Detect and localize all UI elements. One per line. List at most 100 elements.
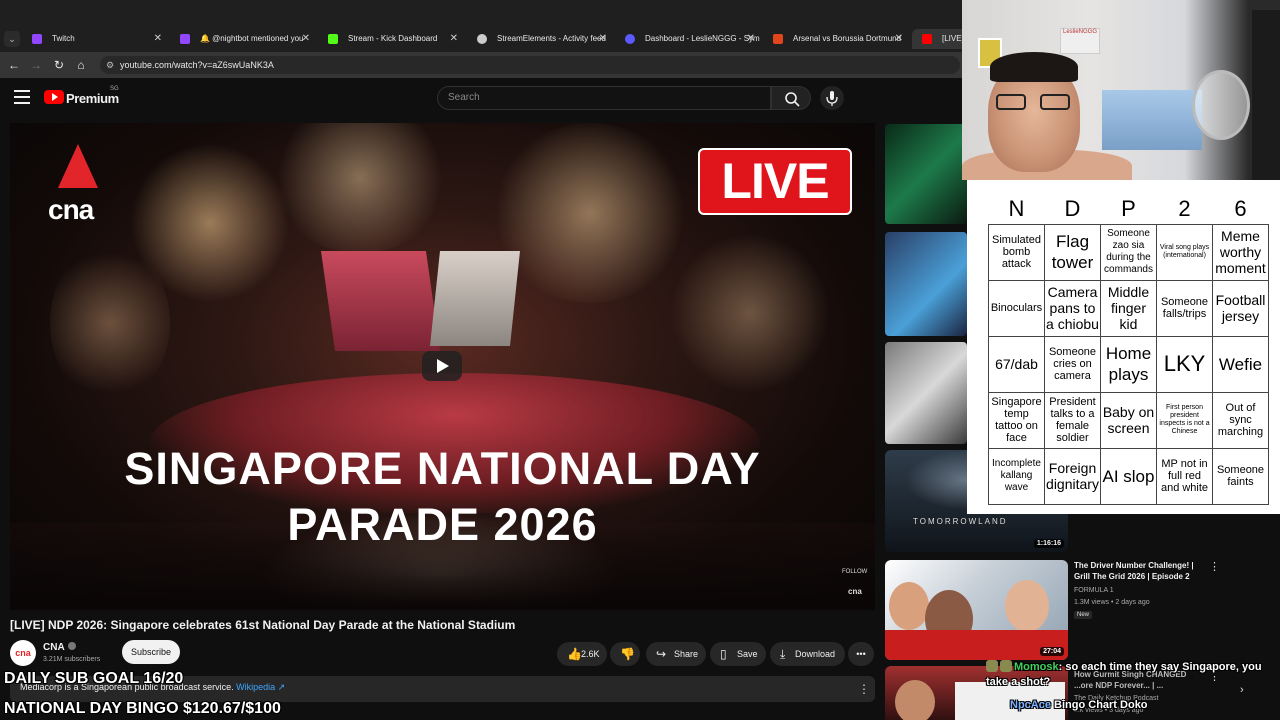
bingo-cell: Flag tower (1044, 223, 1101, 281)
bingo-cell: Out of sync marching (1212, 391, 1269, 449)
firework-burst (490, 123, 690, 303)
reload-icon[interactable]: ↻ (50, 56, 68, 74)
twitch-icon (180, 34, 190, 44)
related-thumbnail[interactable] (885, 232, 967, 336)
bingo-cell: Someone cries on camera (1044, 335, 1101, 393)
chat-message: Momosk: so each time they say Singapore,… (986, 660, 1262, 688)
search-icon (785, 92, 800, 107)
close-tab-icon[interactable]: ✕ (599, 29, 607, 49)
bingo-header: P (1121, 195, 1136, 221)
video-player[interactable]: cna LIVE SINGAPORE NATIONAL DAY PARADE 2… (10, 123, 875, 610)
bingo-header: 6 (1234, 195, 1247, 221)
share-icon: ↪ (656, 647, 667, 661)
related-video-title[interactable]: The Driver Number Challenge! | Grill The… (1074, 560, 1204, 582)
firework-burst (270, 123, 450, 253)
bingo-cell: Viral song plays (international) (1156, 223, 1213, 281)
subscriber-count: 3.21M subscribers (43, 656, 101, 663)
bingo-cell: Football jersey (1212, 279, 1269, 337)
bingo-cell: Simulated bomb attack (988, 223, 1045, 281)
shelf (1252, 10, 1280, 180)
related-meta: 1.3M views • 2 days ago (1074, 599, 1150, 606)
bingo-card: N D P 2 6 Simulated bomb attack Flag tow… (967, 180, 1280, 514)
bingo-cell: Meme worthy moment (1212, 223, 1269, 281)
address-field[interactable]: ⚙ youtube.com/watch?v=aZ6swUaNK3A (100, 56, 960, 74)
bingo-cell: AI slop (1100, 447, 1157, 505)
bingo-row: Singapore temp tattoo on face President … (988, 391, 1269, 449)
bingo-cell: MP not in full red and white (1156, 447, 1213, 505)
bingo-cell: Someone zao sia during the commands (1100, 223, 1157, 281)
streamer-webcam: LeslieNGGG (962, 0, 1280, 180)
search-button[interactable] (771, 86, 811, 110)
tab-nightbot[interactable]: 🔔 @nightbot mentioned you ✕ (170, 29, 316, 49)
close-tab-icon[interactable]: ✕ (747, 29, 755, 49)
download-button[interactable]: ⤓ Download (770, 642, 845, 666)
tab-twitch[interactable]: Twitch ✕ (22, 29, 168, 49)
firework-burst (670, 233, 830, 393)
tab-label: Twitch (52, 34, 75, 43)
bingo-cell: Baby on screen (1100, 391, 1157, 449)
related-thumbnail[interactable] (885, 124, 967, 224)
youtube-logo-icon[interactable] (44, 90, 64, 104)
close-tab-icon[interactable]: ✕ (450, 29, 458, 49)
channel-avatar[interactable]: cna (10, 640, 36, 666)
save-button[interactable]: ▯ Save (710, 642, 766, 666)
bingo-cell: Incomplete kallang wave (988, 447, 1045, 505)
like-button[interactable]: 👍 2.6K (557, 642, 607, 666)
streamer-hair (990, 52, 1078, 82)
bingo-header: 2 (1178, 195, 1191, 221)
bingo-cell: President talks to a female soldier (1044, 391, 1101, 449)
related-video-f1-thumbnail[interactable]: 27:04 (885, 560, 1068, 660)
channel-sign: LeslieNGGG (1060, 28, 1100, 54)
related-thumbnail[interactable] (885, 342, 967, 444)
video-title: [LIVE] NDP 2026: Singapore celebrates 61… (10, 618, 516, 632)
tab-streamelements[interactable]: StreamElements - Activity feed ✕ (467, 29, 613, 49)
premium-brand[interactable]: Premium (66, 91, 119, 106)
close-tab-icon[interactable]: ✕ (302, 29, 310, 49)
stadium-screen (430, 251, 520, 346)
thumbs-up-icon: 👍 (567, 647, 582, 661)
stadium-screen (320, 251, 441, 351)
tab-label: StreamElements - Activity feed (497, 34, 606, 43)
tab-label: Arsenal vs Borussia Dortmund (793, 34, 902, 43)
tab-arsenal[interactable]: Arsenal vs Borussia Dortmund ✕ (763, 29, 909, 49)
site-info-icon[interactable]: ⚙ (106, 56, 114, 74)
more-vertical-icon[interactable]: ⋮ (858, 682, 870, 696)
hamburger-menu-icon[interactable] (14, 90, 30, 104)
follow-label[interactable]: FOLLOW (842, 569, 867, 575)
dislike-button[interactable]: 👎 (610, 642, 640, 666)
bingo-row: Incomplete kallang wave Foreign dignitar… (988, 447, 1269, 505)
search-input[interactable]: Search (437, 86, 771, 110)
back-icon[interactable]: ← (5, 56, 23, 74)
close-tab-icon[interactable]: ✕ (895, 29, 903, 49)
more-actions-button[interactable]: ••• (848, 642, 874, 666)
bingo-grid: N D P 2 6 Simulated bomb attack Flag tow… (988, 194, 1269, 505)
new-badge: New (1074, 611, 1093, 619)
cna-watermark: cna (848, 587, 862, 596)
home-icon[interactable]: ⌂ (72, 56, 90, 74)
subscribe-button[interactable]: Subscribe (122, 640, 180, 664)
bed (1102, 90, 1202, 150)
bookmark-icon: ▯ (720, 647, 727, 661)
related-channel[interactable]: FORMULA 1 (1074, 587, 1114, 594)
share-button[interactable]: ↪ Share (646, 642, 706, 666)
host-face (895, 680, 935, 720)
bingo-cell: Camera pans to a chiobu (1044, 279, 1101, 337)
video-duration: 27:04 (1040, 647, 1064, 656)
close-tab-icon[interactable]: ✕ (154, 29, 162, 49)
bingo-header: D (1064, 195, 1081, 221)
voice-search-button[interactable] (820, 86, 844, 110)
tab-search-chevron-icon[interactable]: ⌄ (4, 31, 20, 47)
more-vertical-icon[interactable]: ⋮ (1209, 560, 1220, 573)
bingo-row: Binoculars Camera pans to a chiobu Middl… (988, 279, 1269, 337)
play-button[interactable] (422, 351, 462, 381)
chat-text: Bingo Chart Doko (1054, 699, 1148, 711)
bingo-cell: LKY (1156, 335, 1213, 393)
forward-icon[interactable]: → (27, 56, 45, 74)
channel-name[interactable]: CNA (43, 642, 76, 653)
tab-kick-dashboard[interactable]: Stream - Kick Dashboard ✕ (318, 29, 464, 49)
tab-dashboard[interactable]: Dashboard - LeslieNGGG - Sym ✕ (615, 29, 761, 49)
bingo-cell: Foreign dignitary (1044, 447, 1101, 505)
chat-message: NpcAce Bingo Chart Doko (1010, 699, 1148, 711)
kick-icon (328, 34, 338, 44)
wikipedia-link[interactable]: Wikipedia ↗ (236, 682, 285, 692)
